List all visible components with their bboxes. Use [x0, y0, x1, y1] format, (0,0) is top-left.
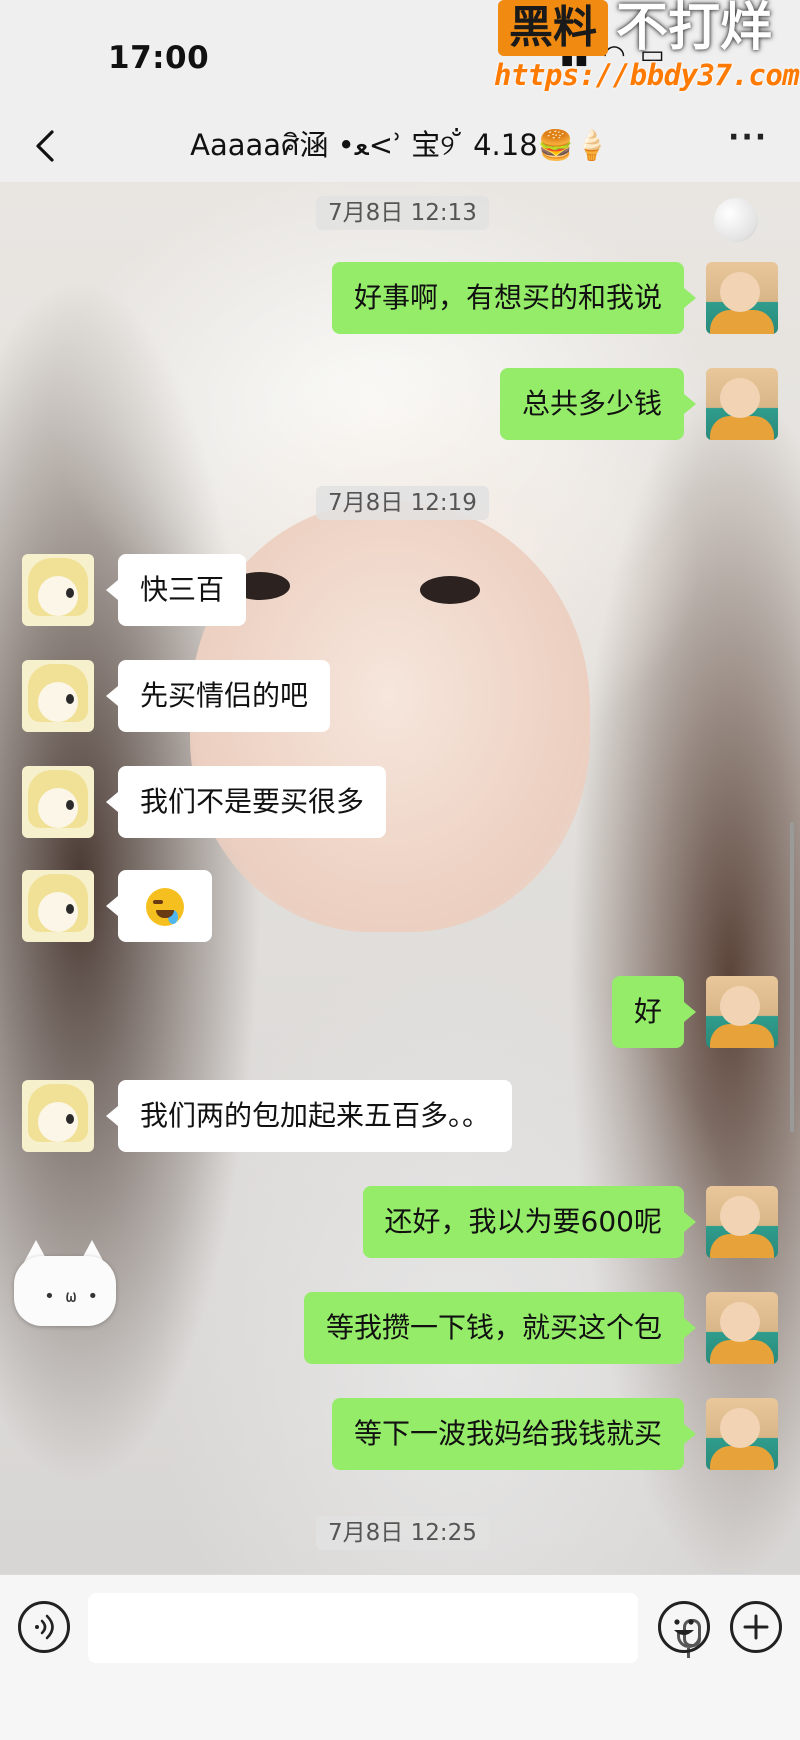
- contact-avatar[interactable]: [22, 660, 94, 732]
- message-received: 先买情侣的吧: [22, 660, 522, 732]
- message-received: 快三百: [22, 554, 522, 626]
- contact-avatar[interactable]: [22, 870, 94, 942]
- message-sent: 好: [300, 976, 780, 1048]
- contact-avatar[interactable]: [22, 766, 94, 838]
- message-sent: 好事啊，有想买的和我说: [300, 262, 780, 334]
- voice-toggle-icon[interactable]: [18, 1601, 70, 1653]
- message-received: 我们不是要买很多: [22, 766, 522, 838]
- add-more-icon[interactable]: [730, 1601, 782, 1653]
- message-bubble[interactable]: 我们两的包加起来五百多。。: [105, 1080, 513, 1152]
- cat-face: • ω •: [44, 1286, 99, 1307]
- my-avatar[interactable]: [706, 368, 778, 440]
- input-bar: [0, 1574, 800, 1740]
- scrollbar[interactable]: [790, 822, 794, 1132]
- my-avatar[interactable]: [706, 1186, 778, 1258]
- message-input[interactable]: [88, 1593, 701, 1663]
- message-bubble-emoji[interactable]: [106, 870, 212, 942]
- timestamp: 7月8日 12:13: [316, 196, 489, 230]
- my-avatar[interactable]: [706, 262, 778, 334]
- message-bubble[interactable]: 还好，我以为要600呢: [362, 1186, 697, 1258]
- message-sent: 等我攒一下钱，就买这个包: [240, 1292, 780, 1364]
- status-time: 17:00: [108, 40, 210, 76]
- watermark-url: https://bbdy37.com: [494, 58, 800, 92]
- smiley-icon: [674, 1619, 694, 1635]
- cat-sticker-icon[interactable]: • ω •: [14, 1240, 116, 1328]
- emoji-picker-icon[interactable]: [658, 1601, 710, 1653]
- contact-avatar[interactable]: [22, 554, 94, 626]
- message-received: [22, 870, 522, 942]
- message-received: 我们两的包加起来五百多。。: [22, 1080, 582, 1152]
- floating-ball-icon[interactable]: [714, 198, 758, 242]
- message-bubble[interactable]: 好: [611, 976, 697, 1048]
- my-avatar[interactable]: [706, 1292, 778, 1364]
- message-sent: 等下一波我妈给我钱就买: [260, 1398, 780, 1470]
- chat-header: Aaaaaศิ涵 •ﻌ<ʾ 宝୨ ̐ 4.18🍔🍦 ···: [0, 110, 800, 182]
- voice-wave-icon: [35, 1614, 54, 1640]
- message-sent: 还好，我以为要600呢: [300, 1186, 780, 1258]
- chat-title: Aaaaaศิ涵 •ﻌ<ʾ 宝୨ ̐ 4.18🍔🍦: [190, 128, 610, 162]
- message-bubble[interactable]: 总共多少钱: [499, 368, 697, 440]
- message-bubble[interactable]: 等我攒一下钱，就买这个包: [303, 1292, 697, 1364]
- message-bubble[interactable]: 等下一波我妈给我钱就买: [331, 1398, 697, 1470]
- tears-of-joy-emoji-icon: [146, 888, 184, 926]
- message-sent: 总共多少钱: [300, 368, 780, 440]
- contact-avatar[interactable]: [22, 1080, 94, 1152]
- message-bubble[interactable]: 先买情侣的吧: [105, 660, 331, 732]
- plus-icon: [743, 1614, 769, 1640]
- more-options-icon[interactable]: ···: [728, 120, 768, 155]
- message-bubble[interactable]: 我们不是要买很多: [105, 766, 387, 838]
- timestamp: 7月8日 12:19: [316, 486, 489, 520]
- message-bubble[interactable]: 快三百: [105, 554, 247, 626]
- my-avatar[interactable]: [706, 976, 778, 1048]
- watermark: 黑料 不打烊 https://bbdy37.com: [494, 0, 800, 100]
- watermark-badge: 黑料: [498, 0, 608, 56]
- timestamp: 7月8日 12:25: [316, 1516, 489, 1550]
- message-bubble[interactable]: 好事啊，有想买的和我说: [331, 262, 697, 334]
- watermark-slogan: 不打烊: [616, 0, 773, 58]
- back-chevron-icon[interactable]: [26, 126, 66, 166]
- my-avatar[interactable]: [706, 1398, 778, 1470]
